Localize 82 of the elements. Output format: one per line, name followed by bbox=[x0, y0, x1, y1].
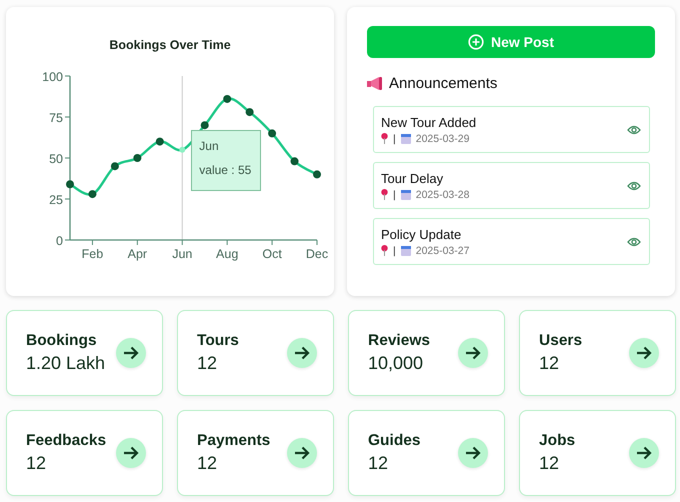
stat-label: Feedbacks bbox=[26, 432, 106, 450]
plus-icon bbox=[468, 34, 484, 50]
x-tick-label: Dec bbox=[306, 247, 328, 261]
open-button[interactable] bbox=[287, 338, 317, 368]
announcement-date: 2025-03-27 bbox=[416, 244, 470, 256]
arrow-icon bbox=[465, 446, 481, 460]
y-tick-label: 0 bbox=[56, 234, 63, 248]
stat-value: 12 bbox=[197, 453, 218, 474]
x-tick-label: Aug bbox=[216, 247, 238, 261]
eye-icon[interactable] bbox=[627, 180, 641, 190]
x-tick-label: Jun bbox=[172, 247, 192, 261]
separator: | bbox=[393, 244, 396, 256]
arrow-icon bbox=[123, 446, 139, 460]
announcement-item[interactable]: Policy Update | 2025-03-27 bbox=[373, 218, 650, 265]
data-point bbox=[246, 108, 254, 116]
announcement-item[interactable]: Tour Delay | 2025-03-28 bbox=[373, 162, 650, 209]
data-point bbox=[290, 157, 299, 166]
calendar-icon bbox=[400, 246, 411, 256]
announcement-title: New Tour Added bbox=[381, 114, 476, 130]
arrow-icon bbox=[636, 346, 652, 360]
stat-value: 12 bbox=[26, 453, 48, 474]
section-title: Announcements bbox=[389, 75, 498, 92]
stat-value: 12 bbox=[539, 353, 560, 374]
stat-label: Jobs bbox=[539, 432, 576, 450]
data-point bbox=[179, 146, 186, 153]
announcement-item[interactable]: New Tour Added | 2025-03-29 bbox=[373, 106, 650, 153]
x-tick-label: Apr bbox=[128, 247, 148, 261]
pin-icon bbox=[381, 245, 388, 256]
open-button[interactable] bbox=[116, 338, 146, 368]
pin-icon bbox=[381, 133, 388, 144]
stat-label: Tours bbox=[197, 332, 239, 350]
open-button[interactable] bbox=[458, 438, 488, 468]
data-point bbox=[313, 170, 321, 178]
data-point bbox=[223, 94, 232, 103]
stat-value: 10,000 bbox=[368, 353, 424, 374]
announcement-date: 2025-03-28 bbox=[416, 188, 470, 200]
open-button[interactable] bbox=[287, 438, 317, 468]
announcement-date: 2025-03-29 bbox=[416, 132, 470, 144]
stat-value: 1.20 Lakh bbox=[26, 353, 106, 374]
stat-value: 12 bbox=[368, 453, 390, 474]
separator: | bbox=[393, 188, 396, 200]
y-tick-label: 25 bbox=[49, 193, 63, 207]
arrow-icon bbox=[294, 346, 310, 360]
x-tick-label: Oct bbox=[262, 247, 282, 261]
arrow-icon bbox=[465, 346, 481, 360]
stat-label: Payments bbox=[197, 432, 270, 450]
stat-label: Users bbox=[539, 332, 582, 350]
y-tick-label: 50 bbox=[49, 152, 63, 166]
data-point bbox=[88, 190, 96, 198]
data-point bbox=[268, 129, 276, 138]
stat-value: 12 bbox=[539, 453, 560, 474]
stat-label: Bookings bbox=[26, 332, 98, 350]
arrow-icon bbox=[294, 446, 310, 460]
pin-icon bbox=[381, 189, 388, 200]
announcement-title: Tour Delay bbox=[381, 170, 444, 186]
open-button[interactable] bbox=[629, 338, 659, 368]
y-tick-label: 75 bbox=[49, 111, 63, 125]
calendar-icon bbox=[400, 190, 411, 200]
eye-icon[interactable] bbox=[627, 236, 641, 246]
chart-title: Bookings Over Time bbox=[108, 38, 232, 52]
y-tick-label: 100 bbox=[42, 70, 63, 84]
data-point bbox=[156, 138, 164, 146]
arrow-icon bbox=[123, 346, 139, 360]
data-point bbox=[200, 121, 209, 130]
stat-label: Guides bbox=[368, 432, 421, 450]
arrow-icon bbox=[636, 446, 652, 460]
x-tick-label: Feb bbox=[82, 247, 104, 261]
eye-icon[interactable] bbox=[627, 124, 641, 134]
megaphone-icon bbox=[367, 77, 382, 90]
data-point bbox=[66, 180, 74, 188]
announcement-title: Policy Update bbox=[381, 226, 462, 242]
tooltip-label: Jun bbox=[199, 139, 220, 153]
open-button[interactable] bbox=[458, 338, 488, 368]
stat-label: Reviews bbox=[368, 332, 430, 350]
data-point bbox=[110, 162, 119, 170]
open-button[interactable] bbox=[116, 438, 146, 468]
open-button[interactable] bbox=[629, 438, 659, 468]
data-point bbox=[133, 154, 142, 162]
separator: | bbox=[393, 132, 396, 144]
calendar-icon bbox=[400, 134, 411, 144]
tooltip-value: value : 55 bbox=[199, 163, 252, 177]
stat-value: 12 bbox=[197, 353, 218, 374]
